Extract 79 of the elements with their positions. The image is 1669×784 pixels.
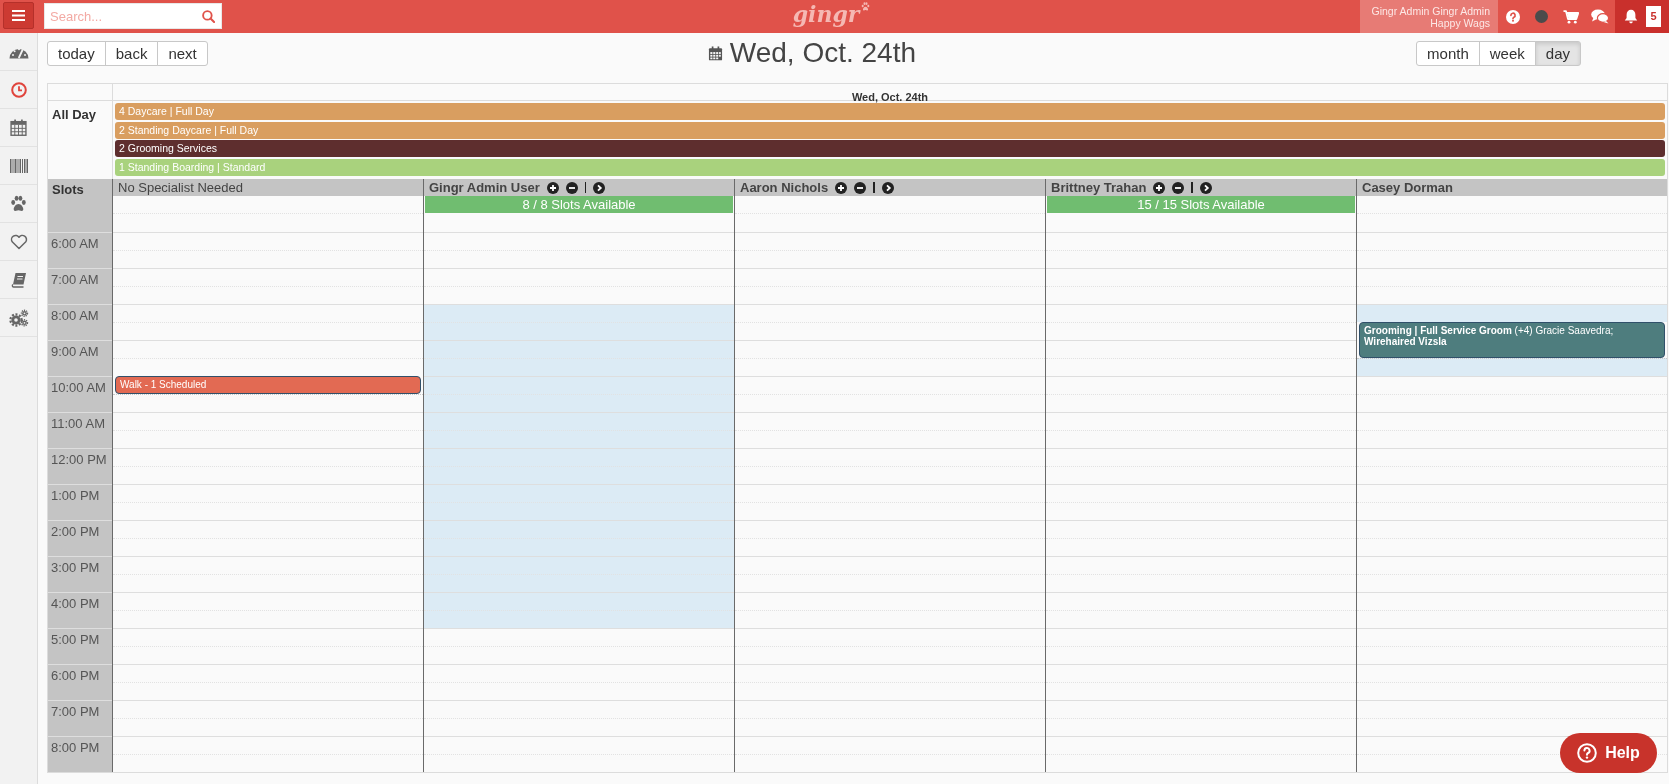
heart-icon[interactable] [9,233,28,250]
time-label: 8:00 PM [48,736,112,772]
menu-icon [12,10,25,21]
arrow-right-circle-icon[interactable] [593,181,606,194]
all-day-label: All Day [52,107,97,122]
minus-circle-icon[interactable] [1172,181,1185,194]
date-title: Wed, Oct. 24th [729,36,917,70]
time-slot-cell[interactable] [424,340,734,376]
time-label: 12:00 PM [48,448,112,484]
arrow-right-circle-icon[interactable] [1199,181,1212,194]
book-icon[interactable] [10,271,27,288]
time-slot-cell[interactable] [424,484,734,520]
calendar-icon [707,45,723,61]
bell-icon [1624,9,1638,24]
minus-circle-icon[interactable] [565,181,578,194]
search-icon[interactable] [202,10,215,23]
notification-badge: 5 [1646,6,1661,27]
time-label: 8:00 AM [48,304,112,340]
help-button[interactable]: Help [1560,733,1657,773]
availability-banner: 15 / 15 Slots Available [1047,196,1355,213]
time-label: 10:00 AM [48,376,112,412]
gears-icon[interactable] [8,308,29,327]
time-slot-cell[interactable] [1357,304,1667,322]
time-label: 3:00 PM [48,556,112,592]
day-header: Wed, Oct. 24th [851,91,929,103]
cart-icon[interactable] [1562,9,1579,24]
barcode-icon[interactable] [9,158,28,173]
time-slot-cell[interactable] [424,448,734,484]
column-title: No Specialist Needed [118,179,244,196]
view-toggle-button[interactable]: week [1478,41,1536,66]
next-button[interactable]: next [157,41,208,66]
time-label: 11:00 AM [48,412,112,448]
calendar-event[interactable]: Grooming | Full Service Groom (+4) Gracie Saavedra; Wirehaired Vizsla [1359,322,1665,358]
time-slot-cell[interactable] [424,304,734,340]
time-slot-cell[interactable] [424,520,734,556]
time-slot-cell[interactable] [424,556,734,592]
plus-circle-icon[interactable] [546,181,559,194]
calendar-event[interactable]: Walk - 1 Scheduled [115,376,421,394]
time-label: 2:00 PM [48,520,112,556]
time-label: 6:00 AM [48,232,112,268]
time-slot-cell[interactable] [424,592,734,628]
today-button[interactable]: today [47,41,106,66]
back-button[interactable]: back [104,41,159,66]
calendar-icon[interactable] [10,119,27,136]
all-day-event[interactable]: 2 Grooming Services [115,140,1665,157]
staff-name: Casey Dorman [1362,179,1454,196]
time-label: 7:00 AM [48,268,112,304]
chat-bubbles-icon[interactable] [1590,9,1609,24]
time-slot-cell[interactable] [1357,358,1667,376]
time-slot-cell[interactable] [424,412,734,448]
time-label: 7:00 PM [48,700,112,736]
view-toggle-button[interactable]: month [1416,41,1480,66]
status-dot-icon[interactable] [1535,10,1548,23]
user-name: Gingr Admin Gingr Admin [1371,4,1490,17]
help-circle-icon [1577,743,1598,763]
time-slot-cell[interactable] [424,376,734,412]
time-label: 5:00 PM [48,628,112,664]
search-field[interactable]: Search... [44,3,222,29]
time-label: 1:00 PM [48,484,112,520]
staff-name: Gingr Admin User [429,179,540,196]
minus-circle-icon[interactable] [854,181,867,194]
arrow-right-circle-icon[interactable] [881,181,894,194]
clock-icon[interactable] [10,81,27,98]
notifications-button[interactable]: 5 [1615,0,1669,33]
time-label: 9:00 AM [48,340,112,376]
paw-icon [861,2,871,11]
plus-circle-icon[interactable] [835,181,848,194]
paw-icon[interactable] [10,195,27,212]
help-icon[interactable] [1505,9,1520,24]
plus-circle-icon[interactable] [1153,181,1166,194]
staff-name: Brittney Trahan [1051,179,1147,196]
business-name: Happy Wags [1430,16,1490,29]
menu-button[interactable] [3,2,34,29]
staff-name: Aaron Nichols [740,179,829,196]
view-toggle-button[interactable]: day [1534,41,1581,66]
time-label: 4:00 PM [48,592,112,628]
availability-banner: 8 / 8 Slots Available [425,196,733,213]
time-label: 6:00 PM [48,664,112,700]
slots-header: Slots [48,179,112,232]
